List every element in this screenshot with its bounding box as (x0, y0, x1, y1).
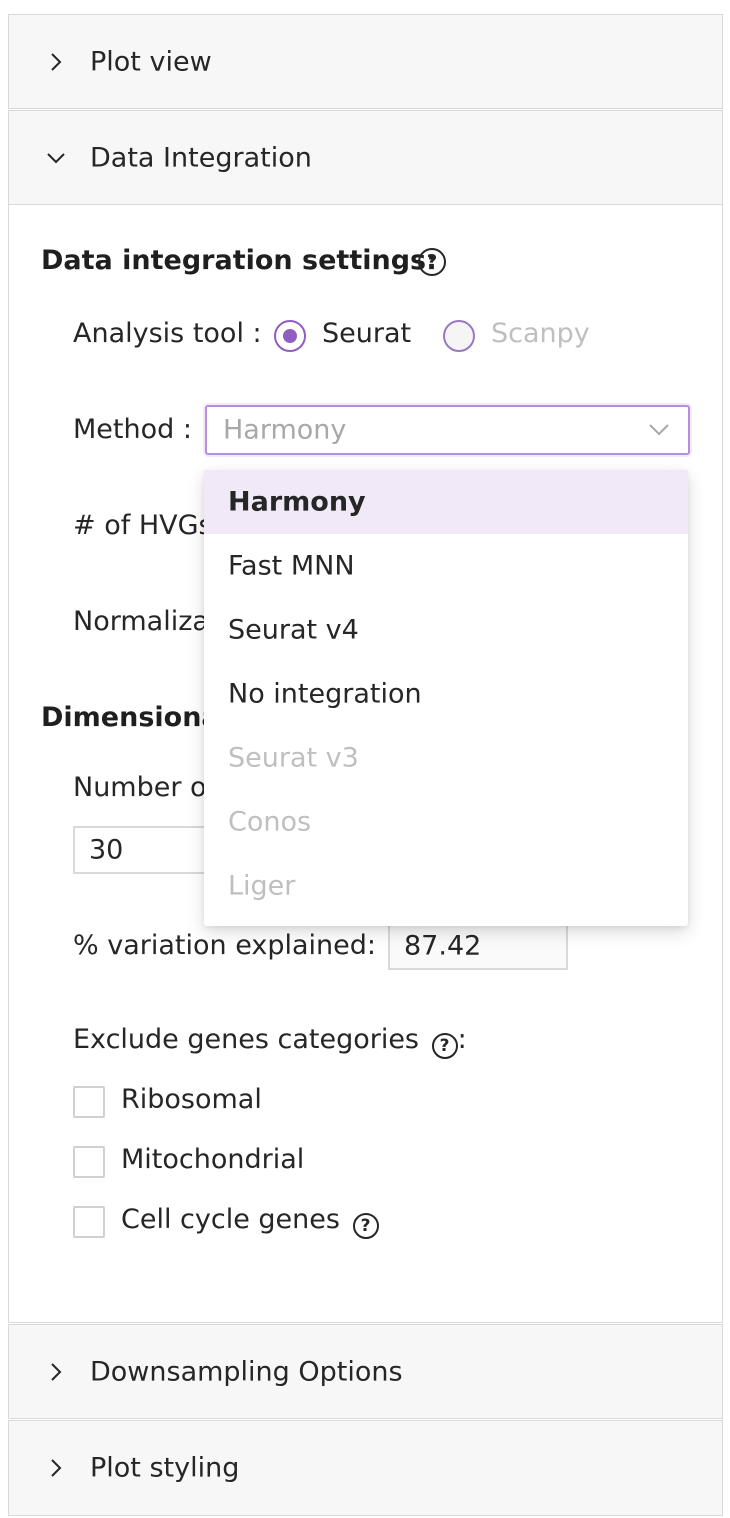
checkbox-mitochondrial[interactable] (73, 1146, 105, 1178)
chevron-down-icon (649, 424, 669, 436)
option-label: Conos (228, 806, 312, 838)
method-select-value: Harmony (223, 414, 347, 446)
checkbox-cell-cycle[interactable] (73, 1206, 105, 1238)
radio-seurat[interactable] (274, 320, 306, 352)
exclude-label: Exclude genes categories ?: (73, 1024, 467, 1059)
variation-label: % variation explained: (73, 930, 376, 961)
dropdown-option-seurat-v3: Seurat v3 (204, 726, 688, 790)
analysis-tool-label: Analysis tool : (73, 318, 262, 349)
variation-value: 87.42 (404, 930, 482, 962)
dimensionality-title: Dimensional (41, 702, 229, 733)
chevron-right-icon (51, 52, 62, 71)
panel-downsampling-header[interactable]: Downsampling Options (8, 1324, 723, 1419)
cell-cycle-text: Cell cycle genes (121, 1204, 340, 1235)
dropdown-option-harmony[interactable]: Harmony (204, 470, 688, 534)
option-label: Fast MNN (228, 550, 355, 582)
variation-value-box: 87.42 (388, 922, 568, 970)
checkbox-mitochondrial-label: Mitochondrial (121, 1144, 305, 1175)
option-label: No integration (228, 678, 422, 710)
panel-title: Plot styling (90, 1452, 240, 1484)
radio-seurat-label: Seurat (322, 318, 412, 349)
chevron-down-icon (47, 152, 65, 163)
checkbox-cell-cycle-label: Cell cycle genes ? (121, 1204, 379, 1239)
settings-title: Data integration settings: (41, 245, 437, 276)
panel-data-integration-header[interactable]: Data Integration (8, 110, 723, 205)
checkbox-ribosomal[interactable] (73, 1086, 105, 1118)
number-of-label: Number o (73, 772, 207, 803)
number-input-value: 30 (89, 834, 124, 866)
option-label: Seurat v4 (228, 614, 359, 646)
panel-title: Downsampling Options (90, 1356, 403, 1387)
radio-scanpy (443, 320, 475, 352)
normalization-label: Normaliza (73, 606, 209, 637)
help-icon[interactable]: ? (418, 248, 446, 276)
chevron-right-icon (51, 1362, 62, 1381)
radio-scanpy-label: Scanpy (491, 318, 590, 349)
dropdown-option-liger: Liger (204, 854, 688, 918)
option-label: Harmony (228, 486, 366, 518)
number-input[interactable]: 30 (73, 826, 223, 874)
option-label: Liger (228, 870, 296, 902)
exclude-label-text: Exclude genes categories (73, 1024, 420, 1055)
exclude-label-suffix: : (457, 1024, 467, 1055)
help-icon[interactable]: ? (352, 1213, 379, 1239)
hvgs-label: # of HVGs (73, 510, 213, 541)
method-dropdown-menu: Harmony Fast MNN Seurat v4 No integratio… (204, 470, 688, 926)
help-icon[interactable]: ? (431, 1033, 458, 1059)
dropdown-option-no-integration[interactable]: No integration (204, 662, 688, 726)
dropdown-option-fast-mnn[interactable]: Fast MNN (204, 534, 688, 598)
dropdown-option-seurat-v4[interactable]: Seurat v4 (204, 598, 688, 662)
chevron-right-icon (51, 1459, 62, 1477)
dropdown-option-conos: Conos (204, 790, 688, 854)
panel-plot-styling-header[interactable]: Plot styling (8, 1420, 723, 1516)
method-select[interactable]: Harmony (205, 405, 690, 455)
panel-plot-view-header[interactable]: Plot view (8, 14, 723, 109)
checkbox-ribosomal-label: Ribosomal (121, 1084, 262, 1115)
option-label: Seurat v3 (228, 742, 359, 774)
panel-title: Data Integration (90, 142, 312, 173)
method-label: Method : (73, 414, 192, 445)
panel-title: Plot view (90, 46, 212, 77)
